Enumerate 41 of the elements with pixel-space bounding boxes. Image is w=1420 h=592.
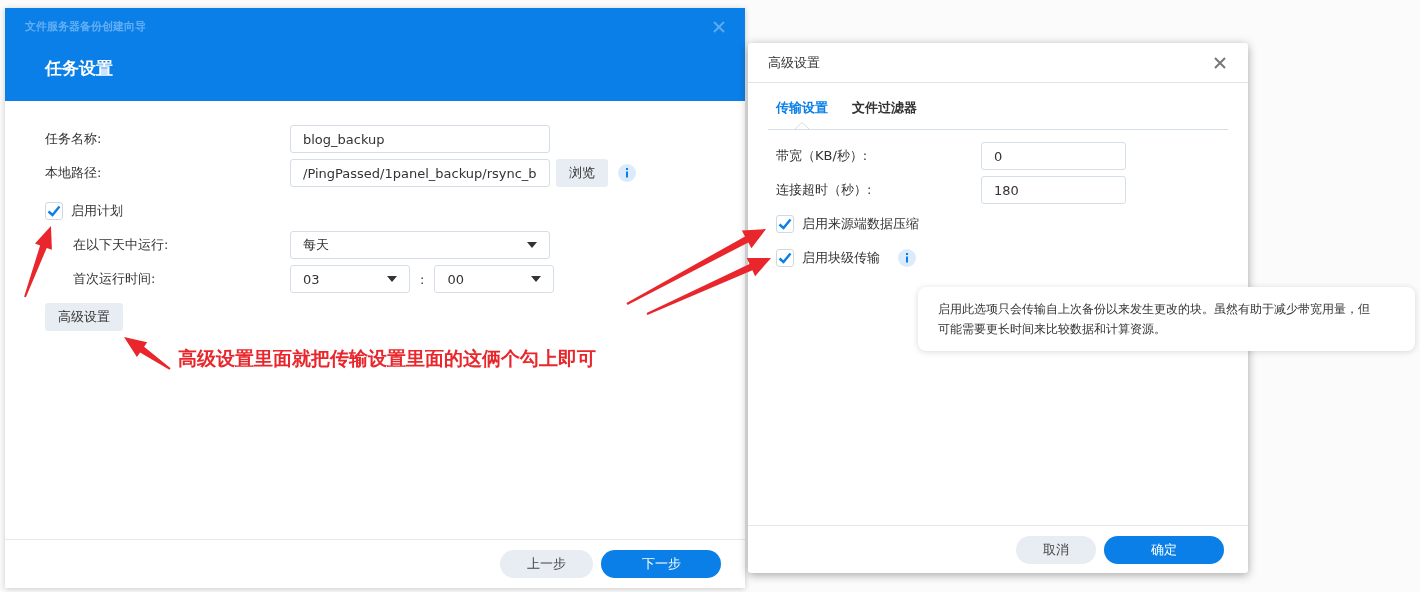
field-label: 在以下天中运行: [72, 236, 170, 254]
tooltip: 启用此选项只会传输自上次备份以来发生更改的块。虽然有助于减少带宽用量，但可能需要更长时间来比较数据和计算资源。 [918, 287, 1415, 351]
tab[interactable]: 传输设置 [776, 83, 828, 129]
close-icon[interactable] [1214, 56, 1226, 69]
checkbox[interactable] [45, 202, 63, 220]
dialog-title: 高级设置 [768, 53, 820, 72]
input-field[interactable]: 180 [981, 176, 1126, 204]
checkbox[interactable] [776, 215, 794, 233]
annotation-text: 高级设置里面就把传输设置里面的这俩个勾上即可 [178, 346, 596, 371]
checkbox-label: 启用来源端数据压缩 [802, 215, 919, 233]
field-label: 首次运行时间: [72, 270, 157, 288]
tab[interactable]: 文件过滤器 [852, 83, 917, 129]
caret-icon [527, 242, 537, 248]
dropdown[interactable]: 03 [290, 265, 410, 293]
annotation-arrow [124, 337, 171, 370]
checkbox-label: 启用计划 [71, 202, 123, 220]
input-field[interactable]: 0 [981, 142, 1126, 170]
ok-button[interactable]: 确定 [1104, 535, 1224, 564]
field-label: 带宽（KB/秒）: [776, 147, 869, 165]
cancel-button[interactable]: 取消 [1016, 535, 1096, 564]
field-label: 连接超时（秒）: [776, 181, 873, 199]
next-button[interactable]: 下一步 [601, 550, 721, 578]
info-icon[interactable] [618, 164, 636, 182]
annotation-arrow [24, 226, 52, 298]
input-field[interactable]: blog_backup [290, 125, 550, 153]
field-label: 任务名称: [45, 130, 103, 148]
checkbox-label: 启用块级传输 [802, 249, 880, 267]
dropdown[interactable]: 00 [434, 265, 555, 293]
advanced-settings-button[interactable]: 高级设置 [45, 303, 123, 331]
browse-button[interactable]: 浏览 [556, 159, 608, 187]
input-field[interactable]: /PingPassed/1panel_backup/rsync_b [290, 159, 550, 187]
field-label: 本地路径: [45, 164, 103, 182]
info-icon[interactable] [898, 249, 916, 267]
dropdown[interactable]: 每天 [290, 231, 550, 259]
caret-icon [531, 276, 542, 282]
window-title: 文件服务器备份创建向导 [25, 19, 146, 34]
checkbox[interactable] [776, 249, 794, 267]
caret-icon [387, 276, 397, 282]
back-button[interactable]: 上一步 [500, 550, 593, 578]
time-separator: : [420, 271, 425, 287]
page-heading: 任务设置 [45, 57, 114, 80]
